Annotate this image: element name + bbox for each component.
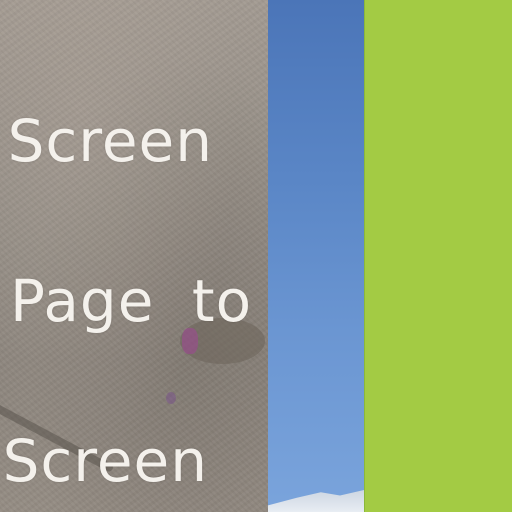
menu-item-apps-screen[interactable]: s Screen: [0, 432, 208, 490]
photo-petal-shape: [166, 392, 176, 404]
screen: n Screen Page to s Screen: [0, 0, 512, 512]
green-tile-panel[interactable]: [364, 0, 512, 512]
menu-item-page-to[interactable]: Page to: [10, 272, 252, 330]
menu-item-home-screen[interactable]: n Screen: [0, 112, 213, 170]
mountain-peak-shape: [268, 490, 364, 512]
sky-image-panel[interactable]: [268, 0, 364, 512]
photo-background-panel: n Screen Page to s Screen: [0, 0, 268, 512]
